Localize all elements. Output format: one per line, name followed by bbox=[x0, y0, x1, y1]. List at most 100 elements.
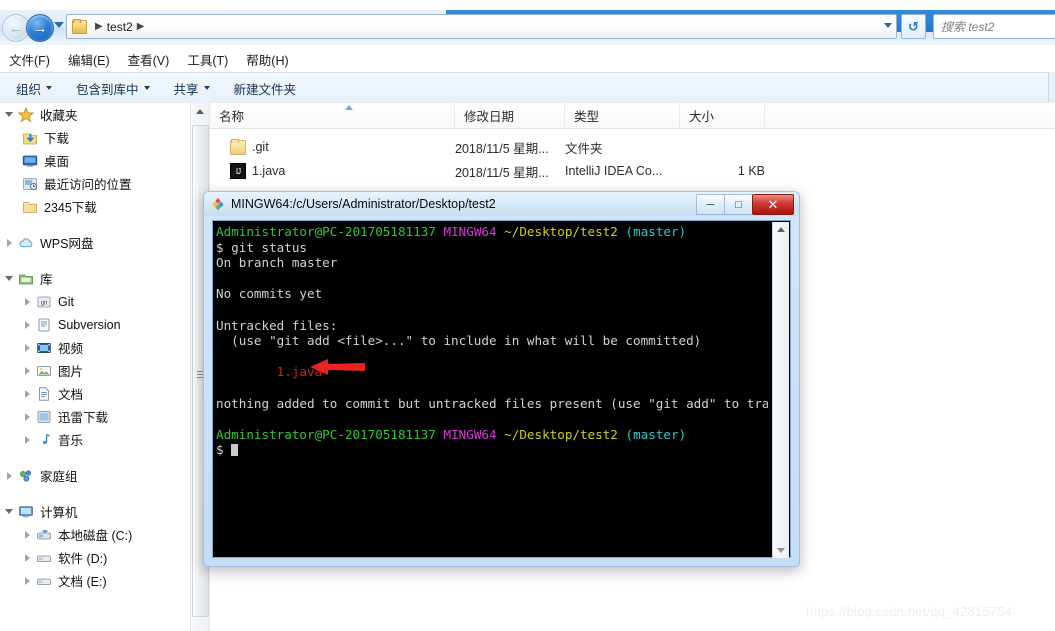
scroll-up-arrow-icon[interactable] bbox=[191, 103, 208, 120]
prompt-user: Administrator@PC-201705181137 bbox=[216, 426, 436, 442]
menu-item-file[interactable]: 文件(F) bbox=[0, 48, 59, 71]
toolbar-include-in-library-button[interactable]: 包含到库中 bbox=[68, 79, 158, 98]
mintty-terminal-window[interactable]: MINGW64:/c/Users/Administrator/Desktop/t… bbox=[203, 191, 800, 567]
sidebar-item-git[interactable]: git Git bbox=[0, 290, 190, 313]
column-header-name[interactable]: 名称 bbox=[210, 103, 455, 128]
refresh-button[interactable]: ↺ bbox=[901, 14, 926, 39]
sidebar-item-recent-places[interactable]: 最近访问的位置 bbox=[0, 172, 190, 195]
close-button[interactable]: ✕ bbox=[752, 194, 794, 215]
sidebar-item-videos-label: 视频 bbox=[58, 342, 84, 356]
menu-item-view[interactable]: 查看(V) bbox=[119, 48, 179, 71]
system-drive-icon bbox=[36, 527, 52, 543]
terminal-line: Untracked files: bbox=[216, 317, 338, 333]
terminal-title-bar[interactable]: MINGW64:/c/Users/Administrator/Desktop/t… bbox=[204, 192, 799, 216]
sidebar-item-downloads[interactable]: 下载 bbox=[0, 126, 190, 149]
terminal-line: No commits yet bbox=[216, 286, 323, 302]
sidebar-item-music[interactable]: 音乐 bbox=[0, 428, 190, 451]
terminal-line: nothing added to commit but untracked fi… bbox=[216, 395, 768, 411]
terminal-scrollbar[interactable] bbox=[772, 222, 789, 558]
prompt-path: ~/Desktop/test2 bbox=[504, 224, 618, 239]
table-row[interactable]: IJ 1.java 2018/11/5 星期... IntelliJ IDEA … bbox=[210, 159, 1055, 183]
search-input[interactable]: 搜索 test2 bbox=[933, 14, 1055, 39]
expander-closed-icon[interactable] bbox=[22, 434, 34, 446]
table-row[interactable]: .git 2018/11/5 星期... 文件夹 bbox=[210, 135, 1055, 159]
toolbar-organize-button[interactable]: 组织 bbox=[8, 79, 60, 98]
column-header-name-label: 名称 bbox=[219, 110, 245, 124]
menu-item-tools[interactable]: 工具(T) bbox=[178, 48, 237, 71]
file-name-cell[interactable]: IJ 1.java bbox=[210, 163, 455, 179]
column-header-size[interactable]: 大小 bbox=[680, 103, 765, 128]
breadcrumb-separator-icon[interactable]: ▶ bbox=[137, 21, 145, 32]
file-date-cell: 2018/11/5 星期... bbox=[455, 141, 549, 156]
recent-pages-dropdown-icon[interactable] bbox=[54, 22, 64, 28]
toolbar-new-folder-button[interactable]: 新建文件夹 bbox=[226, 79, 305, 98]
maximize-icon: □ bbox=[735, 198, 742, 211]
expander-closed-icon[interactable] bbox=[22, 411, 34, 423]
expander-closed-icon[interactable] bbox=[22, 296, 34, 308]
sidebar-item-thunder-download[interactable]: 迅雷下载 bbox=[0, 405, 190, 428]
pictures-library-icon bbox=[36, 363, 52, 379]
expander-closed-icon[interactable] bbox=[22, 529, 34, 541]
expander-closed-icon[interactable] bbox=[22, 575, 34, 587]
menu-item-help[interactable]: 帮助(H) bbox=[237, 48, 297, 71]
expander-closed-icon[interactable] bbox=[22, 365, 34, 377]
expander-closed-icon[interactable] bbox=[22, 342, 34, 354]
toolbar-organize-label: 组织 bbox=[16, 82, 42, 97]
forward-button[interactable]: → bbox=[26, 14, 54, 42]
sidebar-group-homegroup[interactable]: 家庭组 bbox=[0, 464, 190, 487]
scroll-up-arrow-icon[interactable] bbox=[773, 222, 789, 237]
sidebar-group-favorites[interactable]: 收藏夹 bbox=[0, 103, 190, 126]
terminal-command: $ git status bbox=[216, 239, 307, 255]
expander-open-icon[interactable] bbox=[4, 273, 16, 285]
sidebar-item-subversion[interactable]: Subversion bbox=[0, 313, 190, 336]
toolbar-share-button[interactable]: 共享 bbox=[166, 79, 218, 98]
menu-item-edit[interactable]: 编辑(E) bbox=[59, 48, 119, 71]
sidebar-item-drive-d[interactable]: 软件 (D:) bbox=[0, 546, 190, 569]
prompt-branch: (master) bbox=[625, 224, 687, 239]
minimize-button[interactable]: ─ bbox=[696, 194, 725, 215]
toolbar-share-label: 共享 bbox=[173, 82, 199, 97]
sidebar-group-wps-cloud[interactable]: WPS网盘 bbox=[0, 231, 190, 254]
sidebar-item-2345-downloads[interactable]: 2345下载 bbox=[0, 195, 190, 218]
expander-open-icon[interactable] bbox=[4, 109, 16, 121]
prompt-symbol: $ bbox=[216, 442, 232, 458]
sidebar-item-desktop-label: 桌面 bbox=[44, 155, 70, 169]
sidebar-item-drive-e[interactable]: 文档 (E:) bbox=[0, 569, 190, 592]
column-header-date-modified[interactable]: 修改日期 bbox=[455, 103, 565, 128]
sidebar-item-desktop[interactable]: 桌面 bbox=[0, 149, 190, 172]
star-icon bbox=[17, 106, 35, 123]
column-header-type[interactable]: 类型 bbox=[565, 103, 680, 128]
prompt-branch: (master) bbox=[625, 426, 687, 442]
breadcrumb-current-folder[interactable]: test2 bbox=[107, 20, 133, 34]
cloud-icon bbox=[18, 235, 34, 251]
mintty-icon bbox=[211, 197, 225, 211]
folder-icon bbox=[72, 18, 87, 34]
sidebar-item-videos[interactable]: 视频 bbox=[0, 336, 190, 359]
column-header-type-label: 类型 bbox=[574, 110, 600, 124]
file-name-cell[interactable]: .git bbox=[210, 138, 455, 155]
expander-closed-icon[interactable] bbox=[22, 388, 34, 400]
terminal-line: On branch master bbox=[216, 255, 338, 271]
sidebar-item-local-disk-c[interactable]: 本地磁盘 (C:) bbox=[0, 523, 190, 546]
scroll-down-arrow-icon[interactable] bbox=[773, 543, 789, 558]
chevron-down-icon[interactable] bbox=[884, 23, 892, 28]
expander-open-icon[interactable] bbox=[4, 506, 16, 518]
terminal-cursor bbox=[231, 444, 239, 457]
sidebar-item-pictures[interactable]: 图片 bbox=[0, 359, 190, 382]
sidebar-group-libraries[interactable]: 库 bbox=[0, 267, 190, 290]
sidebar-group-computer[interactable]: 计算机 bbox=[0, 500, 190, 523]
expander-closed-icon[interactable] bbox=[22, 319, 34, 331]
address-bar[interactable]: ▶ test2 ▶ bbox=[66, 14, 897, 39]
sidebar-group-favorites-label: 收藏夹 bbox=[40, 109, 78, 123]
file-name-label: 1.java bbox=[252, 164, 286, 178]
maximize-button[interactable]: □ bbox=[724, 194, 753, 215]
expander-closed-icon[interactable] bbox=[22, 552, 34, 564]
terminal-screen[interactable]: Administrator@PC-201705181137 MINGW64 ~/… bbox=[212, 220, 791, 558]
expander-closed-icon[interactable] bbox=[4, 237, 16, 249]
expander-closed-icon[interactable] bbox=[4, 470, 16, 482]
sidebar-item-pictures-label: 图片 bbox=[58, 365, 84, 379]
sidebar-item-local-disk-c-label: 本地磁盘 (C:) bbox=[58, 529, 133, 543]
sidebar-item-documents[interactable]: 文档 bbox=[0, 382, 190, 405]
